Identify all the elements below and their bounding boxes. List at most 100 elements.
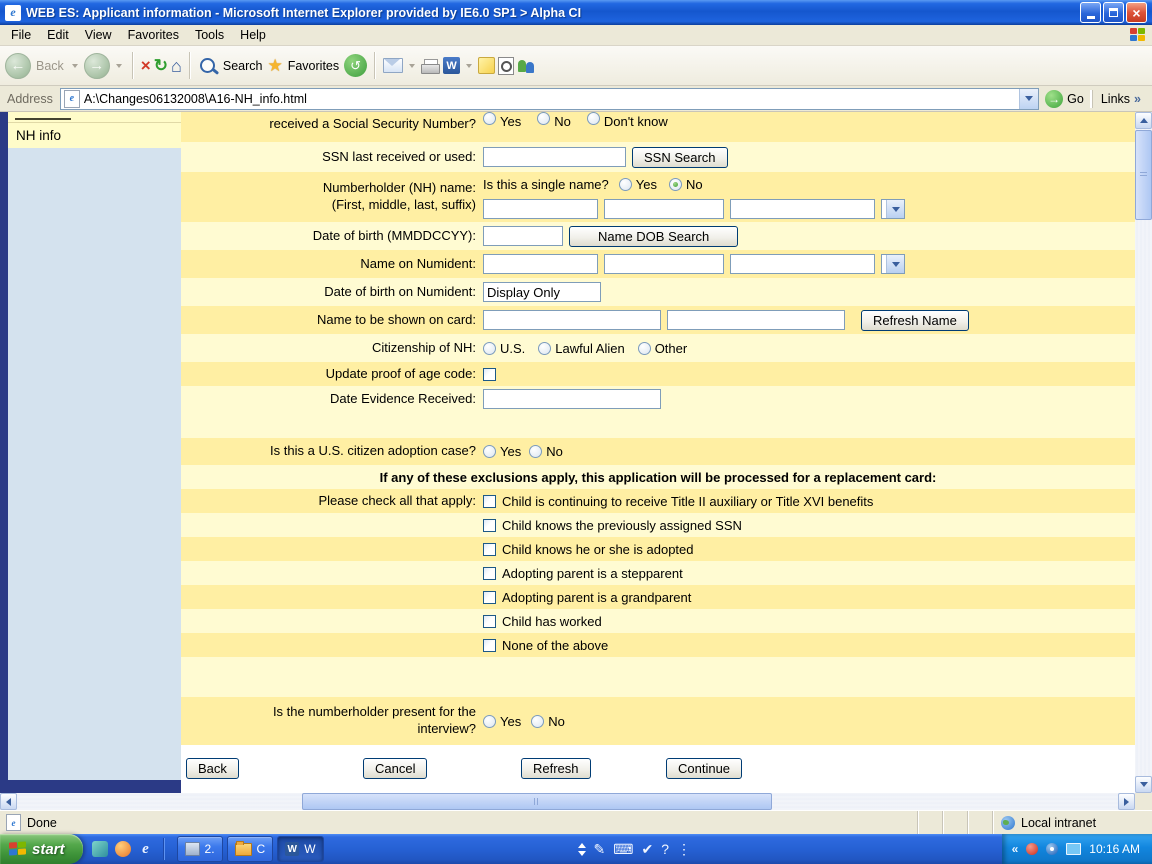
menu-tools[interactable]: Tools (187, 26, 232, 44)
refresh-button[interactable]: Refresh (521, 758, 591, 779)
adoption-no-radio[interactable] (529, 445, 542, 458)
tray-red-status-icon[interactable] (1026, 843, 1038, 855)
menu-view[interactable]: View (77, 26, 120, 44)
interview-yes-radio[interactable] (483, 715, 496, 728)
vertical-scroll-thumb[interactable] (1135, 130, 1152, 220)
exclusion-6-checkbox[interactable] (483, 615, 496, 628)
nh-suffix-select[interactable] (881, 199, 905, 219)
favorites-label[interactable]: Favorites (288, 59, 339, 73)
single-name-yes-radio[interactable] (619, 178, 632, 191)
search-icon[interactable] (200, 58, 215, 73)
address-url[interactable]: A:\Changes06132008\A16-NH_info.html (84, 92, 1019, 106)
exclusion-5-checkbox[interactable] (483, 591, 496, 604)
citizenship-lawful-radio[interactable] (538, 342, 551, 355)
numident-dob-input[interactable] (483, 282, 601, 302)
close-button[interactable]: × (1126, 2, 1147, 23)
help-icon[interactable]: ? (661, 841, 669, 857)
menu-favorites[interactable]: Favorites (120, 26, 187, 44)
search-label[interactable]: Search (223, 59, 263, 73)
favorites-star-icon[interactable]: ★ (267, 57, 282, 74)
exclusion-2-checkbox[interactable] (483, 519, 496, 532)
refresh-icon[interactable]: ↻ (154, 57, 168, 74)
menu-help[interactable]: Help (232, 26, 274, 44)
history-icon[interactable]: ↺ (344, 54, 367, 77)
word-dropdown-icon[interactable] (466, 64, 472, 68)
numident-suffix-select[interactable] (881, 254, 905, 274)
exclusion-4-checkbox[interactable] (483, 567, 496, 580)
home-icon[interactable]: ⌂ (171, 57, 182, 75)
scroll-right-button[interactable] (1118, 793, 1135, 810)
numident-middle-name-input[interactable] (604, 254, 724, 274)
ssn-received-no-radio[interactable] (537, 112, 550, 125)
links-button[interactable]: Links » (1092, 90, 1149, 108)
check-icon[interactable]: ✔ (641, 841, 653, 857)
forward-dropdown-icon[interactable] (116, 64, 122, 68)
name-dob-search-button[interactable]: Name DOB Search (569, 226, 738, 247)
address-field[interactable]: e A:\Changes06132008\A16-NH_info.html (60, 88, 1039, 110)
hide-icons-chevron[interactable]: « (1012, 842, 1019, 856)
edit-with-word-icon[interactable]: W (443, 57, 460, 74)
print-icon[interactable] (421, 59, 440, 73)
sidebar-item-partial[interactable] (8, 112, 181, 122)
back-label[interactable]: Back (36, 59, 64, 73)
back-button[interactable]: Back (186, 758, 239, 779)
ssn-received-dontknow-radio[interactable] (587, 112, 600, 125)
sidebar-item-nh-info[interactable]: NH info (8, 122, 181, 148)
menu-file[interactable]: File (3, 26, 39, 44)
card-first-name-input[interactable] (483, 310, 661, 330)
numident-last-name-input[interactable] (730, 254, 875, 274)
citizenship-us-radio[interactable] (483, 342, 496, 355)
nh-last-name-input[interactable] (730, 199, 875, 219)
tray-display-icon[interactable] (1066, 843, 1081, 855)
back-icon[interactable]: ← (5, 53, 31, 79)
scroll-up-button[interactable] (1135, 112, 1152, 129)
internet-explorer-icon[interactable]: e (138, 841, 154, 857)
keyboard-icon[interactable]: ⌨ (613, 841, 633, 857)
adoption-yes-radio[interactable] (483, 445, 496, 458)
nh-middle-name-input[interactable] (604, 199, 724, 219)
start-button[interactable]: start (0, 834, 83, 864)
age-code-checkbox[interactable] (483, 368, 496, 381)
single-name-no-radio[interactable] (669, 178, 682, 191)
tray-blue-status-icon[interactable] (1046, 843, 1058, 855)
task-button-word[interactable]: W W (277, 836, 323, 862)
mail-dropdown-icon[interactable] (409, 64, 415, 68)
horizontal-scroll-track[interactable] (17, 793, 1118, 810)
stop-icon[interactable]: × (141, 57, 151, 74)
horizontal-scrollbar[interactable] (0, 793, 1135, 810)
exclusion-3-checkbox[interactable] (483, 543, 496, 556)
task-button-1[interactable]: 2. (177, 836, 223, 862)
quick-launch-mail-icon[interactable] (115, 841, 131, 857)
forward-icon[interactable]: → (84, 53, 110, 79)
messenger-icon[interactable] (517, 58, 535, 74)
refresh-name-button[interactable]: Refresh Name (861, 310, 969, 331)
evidence-date-input[interactable] (483, 389, 661, 409)
vertical-scroll-track[interactable] (1135, 129, 1152, 776)
cancel-button[interactable]: Cancel (363, 758, 427, 779)
ssn-received-yes-radio[interactable] (483, 112, 496, 125)
interview-no-radio[interactable] (531, 715, 544, 728)
vertical-scrollbar[interactable] (1135, 112, 1152, 793)
show-desktop-icon[interactable] (92, 841, 108, 857)
exclusion-1-checkbox[interactable] (483, 495, 496, 508)
scroll-left-button[interactable] (0, 793, 17, 810)
pen-icon[interactable]: ✎ (594, 841, 606, 857)
numident-first-name-input[interactable] (483, 254, 598, 274)
maximize-button[interactable] (1103, 2, 1124, 23)
horizontal-scroll-thumb[interactable] (302, 793, 772, 810)
discuss-icon[interactable] (478, 57, 495, 74)
nh-first-name-input[interactable] (483, 199, 598, 219)
exclusion-7-checkbox[interactable] (483, 639, 496, 652)
continue-button[interactable]: Continue (666, 758, 742, 779)
citizenship-other-radio[interactable] (638, 342, 651, 355)
mail-icon[interactable] (383, 58, 403, 73)
dob-input[interactable] (483, 226, 563, 246)
go-button[interactable]: → Go (1045, 90, 1084, 108)
card-last-name-input[interactable] (667, 310, 845, 330)
toolbar-scroll-buttons[interactable] (578, 843, 586, 856)
task-button-folder[interactable]: C (227, 836, 274, 862)
address-dropdown-button[interactable] (1019, 89, 1038, 109)
ssn-last-input[interactable] (483, 147, 626, 167)
minimize-button[interactable] (1080, 2, 1101, 23)
back-dropdown-icon[interactable] (72, 64, 78, 68)
